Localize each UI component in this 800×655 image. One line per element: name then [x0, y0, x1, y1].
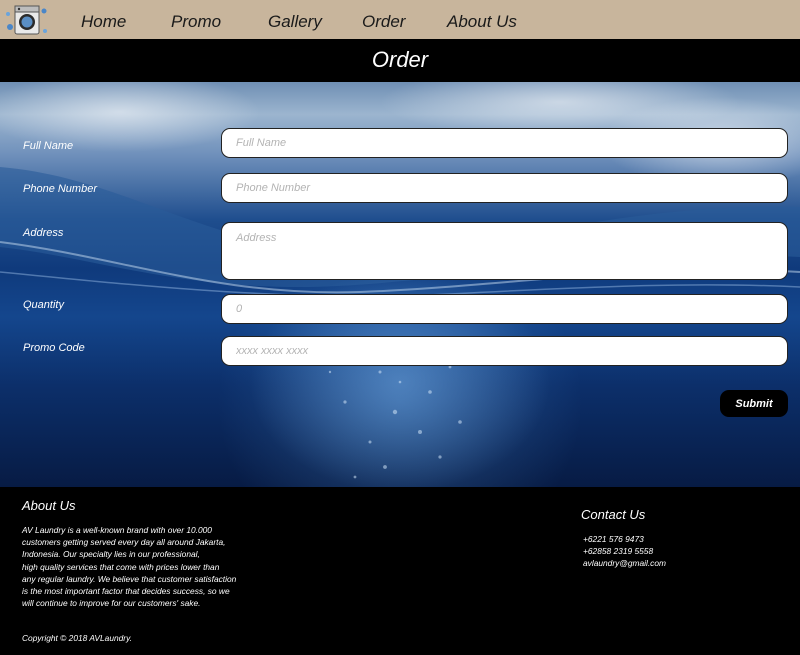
about-line: will continue to improve for our custome…	[22, 598, 201, 609]
full-name-label: Full Name	[23, 140, 74, 152]
footer: About Us AV Laundry is a well-known bran…	[0, 487, 800, 655]
contact-phone-2: +62858 2319 5558	[583, 546, 654, 556]
full-name-input[interactable]	[221, 128, 788, 158]
about-line: any regular laundry. We believe that cus…	[22, 573, 237, 584]
about-line: Indonesia. Our specialty lies in our pro…	[22, 549, 200, 560]
address-label: Address	[23, 227, 64, 239]
quantity-label: Quantity	[23, 299, 64, 311]
nav-gallery[interactable]: Gallery	[268, 11, 322, 33]
phone-number-input[interactable]	[221, 173, 788, 203]
nav-promo[interactable]: Promo	[171, 11, 221, 33]
submit-button[interactable]: Submit	[720, 390, 788, 417]
laundry-machine-icon[interactable]	[4, 2, 50, 38]
quantity-input[interactable]	[221, 294, 788, 324]
nav-home[interactable]: Home	[81, 11, 126, 33]
nav-about-us[interactable]: About Us	[447, 11, 517, 33]
about-line: is the most important factor that decide…	[22, 586, 230, 597]
about-us-heading: About Us	[22, 498, 76, 513]
top-nav: Home Promo Gallery Order About Us	[0, 0, 800, 39]
order-form-section: Full Name Phone Number Address Quantity …	[0, 82, 800, 487]
page-title: Order	[371, 47, 429, 72]
title-bar: Order	[0, 39, 800, 82]
about-line: high quality services that come with pri…	[22, 561, 220, 572]
address-textarea[interactable]	[221, 222, 788, 280]
about-us-text: AV Laundry is a well-known brand with ov…	[22, 524, 267, 609]
about-line: customers getting served every day all a…	[22, 537, 226, 548]
about-line: AV Laundry is a well-known brand with ov…	[22, 525, 212, 535]
contact-email: avlaundry@gmail.com	[583, 558, 666, 568]
copyright: Copyright © 2018 AVLaundry.	[22, 633, 132, 643]
contact-us-heading: Contact Us	[581, 507, 646, 522]
promo-code-label: Promo Code	[23, 342, 85, 354]
contact-phone-1: +6221 576 9473	[583, 534, 644, 544]
phone-number-label: Phone Number	[23, 183, 97, 195]
promo-code-input[interactable]	[221, 336, 788, 366]
nav-order[interactable]: Order	[362, 11, 405, 33]
